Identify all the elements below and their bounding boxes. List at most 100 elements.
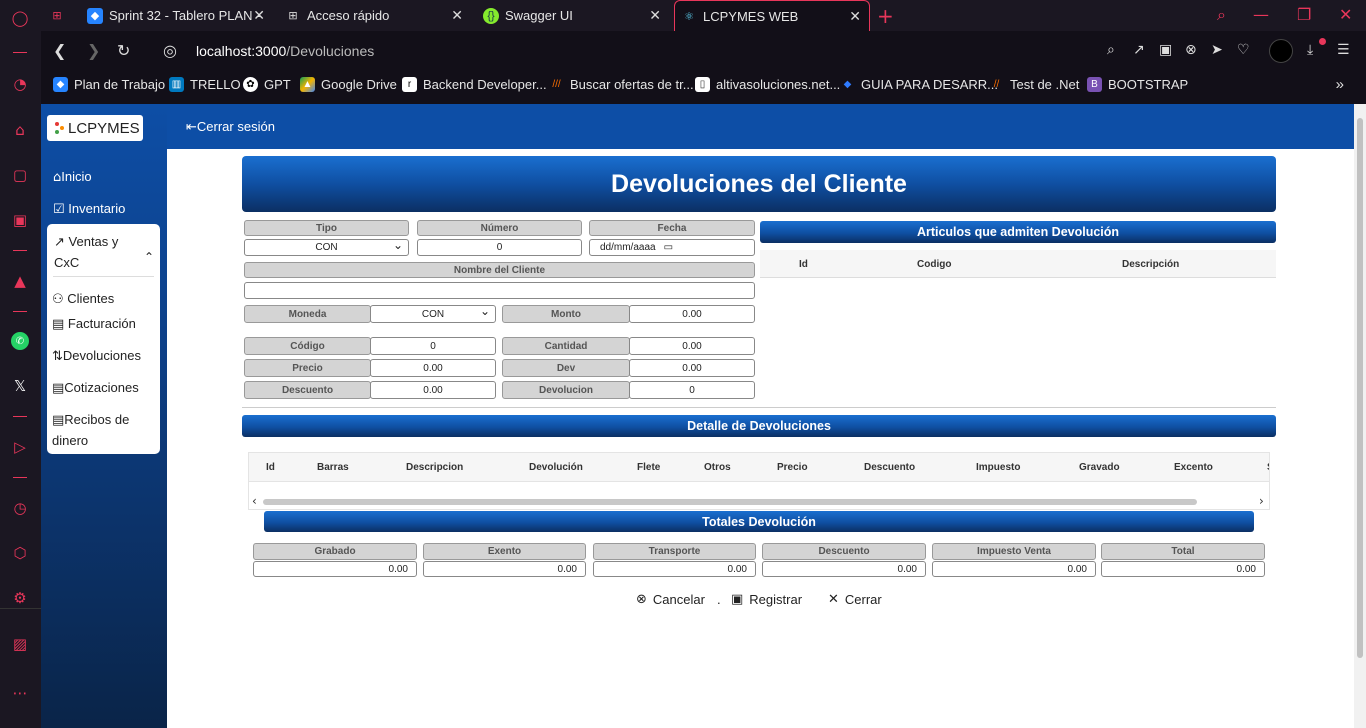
twitch-icon[interactable]: ▢: [10, 165, 30, 185]
bookmark-guia[interactable]: ◆ GUIA PARA DESARR...: [840, 77, 998, 92]
share-icon[interactable]: ↗: [1133, 42, 1145, 58]
register-button[interactable]: ▣ Registrar: [731, 592, 802, 607]
jira-icon: ◆: [87, 7, 103, 24]
invoice-icon: ▤: [52, 317, 65, 332]
close-tab-icon[interactable]: ✕: [451, 8, 463, 24]
app-sidebar: LCPYMES ⌂Inicio ☑ Inventario ↗ Ventas y …: [41, 104, 167, 728]
monto-input[interactable]: 0.00: [629, 305, 755, 323]
easy-setup-icon[interactable]: ☰: [1337, 42, 1350, 58]
more-options-icon[interactable]: ⋯: [10, 683, 30, 703]
restore-icon[interactable]: ❐: [1297, 5, 1311, 24]
bookmark-buscar-ofertas[interactable]: /// Buscar ofertas de tr...: [549, 77, 693, 92]
tab-sprint[interactable]: ◆ Sprint 32 - Tablero PLAN - ✕: [81, 0, 273, 31]
fecha-placeholder: dd/mm/aaaa: [600, 242, 656, 253]
tab-swagger[interactable]: {} Swagger UI ✕: [477, 0, 669, 31]
detalle-table: Id Barras Descripcion Devolución Flete O…: [248, 452, 1270, 510]
close-tab-icon[interactable]: ✕: [253, 8, 265, 24]
player-icon[interactable]: ▷: [10, 437, 30, 457]
exento-label: Exento: [423, 543, 586, 560]
fecha-input[interactable]: dd/mm/aaaa ▭: [589, 239, 755, 256]
camera-icon[interactable]: ▣: [1159, 42, 1172, 58]
tab-label: Acceso rápido: [307, 8, 390, 23]
close-tab-icon[interactable]: ✕: [649, 8, 661, 24]
devolucion-input[interactable]: 0: [629, 381, 755, 399]
descuento-total-label: Descuento: [762, 543, 926, 560]
adblock-icon[interactable]: ⊗: [1185, 42, 1197, 58]
close-button[interactable]: ✕ Cerrar: [828, 592, 882, 607]
calendar-icon[interactable]: ▭: [664, 242, 673, 253]
bookmark-backend-developer[interactable]: r Backend Developer...: [402, 77, 547, 92]
settings-gear-icon[interactable]: ⚙: [10, 588, 30, 608]
cpu-icon[interactable]: ▣: [10, 210, 30, 230]
heart-icon[interactable]: ♡: [1237, 42, 1250, 58]
whatsapp-icon[interactable]: ✆: [10, 331, 30, 351]
moneda-select[interactable]: CON: [370, 304, 496, 323]
scrollbar-thumb[interactable]: [1357, 118, 1363, 658]
send-icon[interactable]: ➤: [1211, 42, 1223, 58]
column-header: Barras: [317, 462, 349, 473]
profile-avatar[interactable]: [1269, 39, 1293, 63]
nav-inicio[interactable]: ⌂Inicio: [53, 169, 92, 185]
cantidad-input[interactable]: 0.00: [629, 337, 755, 355]
nav-inventario[interactable]: ☑ Inventario: [53, 201, 125, 217]
cancel-button[interactable]: ⊗ Cancelar: [636, 592, 705, 607]
download-icon[interactable]: ⤓: [1307, 42, 1313, 58]
bookmark-plan-trabajo[interactable]: ◆ Plan de Trabajo: [53, 77, 165, 92]
bookmark-label: TRELLO: [190, 77, 241, 92]
search-icon[interactable]: ⌕: [1107, 42, 1115, 58]
gallery-icon[interactable]: ▨: [10, 634, 30, 654]
x-twitter-icon[interactable]: 𝕏: [10, 376, 30, 396]
more-bookmarks-icon[interactable]: »: [1336, 76, 1344, 93]
nav-facturacion[interactable]: ▤ Facturación: [52, 314, 136, 335]
horizontal-scrollbar[interactable]: [263, 499, 1197, 505]
forward-icon[interactable]: ❯: [87, 41, 100, 60]
history-icon[interactable]: ◷: [10, 498, 30, 518]
speed-dial-icon[interactable]: ◔: [10, 74, 30, 94]
scroll-left-icon[interactable]: ‹: [252, 494, 257, 508]
cancel-label: Cancelar: [652, 592, 705, 607]
tab-acceso-rapido[interactable]: ⊞ Acceso rápido ✕: [279, 0, 471, 31]
descuento-input[interactable]: 0.00: [370, 381, 496, 399]
nav-label: Inicio: [61, 169, 92, 184]
precio-input[interactable]: 0.00: [370, 359, 496, 377]
opera-logo-icon[interactable]: ◯: [10, 8, 30, 28]
codigo-input[interactable]: 0: [370, 337, 496, 355]
close-window-icon[interactable]: ✕: [1339, 5, 1352, 24]
tipo-select[interactable]: CON: [244, 238, 409, 256]
url-field[interactable]: localhost:3000/Devoluciones: [196, 43, 374, 59]
close-tab-icon[interactable]: ✕: [849, 9, 861, 25]
bookmark-google-drive[interactable]: ▲ Google Drive: [300, 77, 397, 92]
reload-icon[interactable]: ↻: [117, 41, 130, 60]
back-icon[interactable]: ❮: [53, 41, 66, 60]
column-header: Precio: [777, 462, 808, 473]
dev-input[interactable]: 0.00: [629, 359, 755, 377]
bookmark-altivasoluciones[interactable]: ▯ altivasoluciones.net...: [695, 77, 840, 92]
page-scrollbar[interactable]: [1354, 104, 1366, 728]
brand-logo[interactable]: LCPYMES: [47, 115, 143, 141]
site-info-icon[interactable]: ◎: [163, 41, 177, 60]
chevron-up-icon[interactable]: ⌃: [144, 250, 154, 264]
bookmark-trello[interactable]: ▥ TRELLO: [169, 77, 241, 92]
extensions-cube-icon[interactable]: ⬡: [10, 543, 30, 563]
aria-icon[interactable]: ▲: [10, 271, 30, 291]
bookmark-bootstrap[interactable]: B BOOTSTRAP: [1087, 77, 1188, 92]
minimize-icon[interactable]: —: [1253, 5, 1269, 24]
bookmark-gpt[interactable]: ✿ GPT: [243, 77, 291, 92]
scroll-right-icon[interactable]: ›: [1259, 494, 1264, 508]
nav-cotizaciones[interactable]: ▤Cotizaciones: [52, 378, 139, 399]
detalle-header: Detalle de Devoluciones: [242, 415, 1276, 437]
shopping-bag-icon[interactable]: ⌂: [10, 120, 30, 140]
users-icon: ⚇: [52, 292, 64, 307]
tab-gamepad[interactable]: ⊞: [43, 0, 71, 31]
bookmark-test-net[interactable]: // Test de .Net: [989, 77, 1080, 92]
logout-link[interactable]: ⇤Cerrar sesión: [186, 119, 275, 135]
cliente-input[interactable]: [244, 282, 755, 299]
nav-clientes[interactable]: ⚇ Clientes: [52, 289, 114, 310]
tab-lcpymes[interactable]: ⚛ LCPYMES WEB ✕: [674, 0, 870, 31]
nav-ventas[interactable]: ↗ Ventas y CxC: [54, 232, 134, 273]
new-tab-icon[interactable]: +: [877, 4, 894, 28]
numero-input[interactable]: 0: [417, 239, 582, 256]
nav-devoluciones[interactable]: ⇅Devoluciones: [52, 346, 141, 367]
search-tabs-icon[interactable]: ⌕: [1217, 5, 1226, 25]
nav-recibos[interactable]: ▤Recibos de dinero: [52, 410, 142, 451]
